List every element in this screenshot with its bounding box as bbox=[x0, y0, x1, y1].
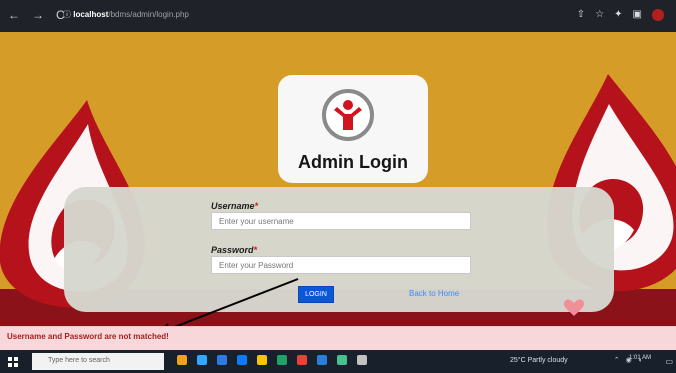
address-bar[interactable]: ⓘ localhost/bdms/admin/login.php bbox=[63, 9, 189, 21]
profile-avatar[interactable] bbox=[652, 9, 664, 21]
browser-actions: ⇧ ☆ ✦ ▣ bbox=[577, 9, 664, 21]
taskbar-search-placeholder: Type here to search bbox=[48, 357, 110, 364]
forward-arrow-icon[interactable]: → bbox=[32, 9, 44, 21]
settings-icon[interactable] bbox=[357, 355, 367, 365]
extension-icon[interactable]: ✦ bbox=[614, 9, 622, 21]
notification-icon[interactable]: ▭ bbox=[665, 357, 673, 366]
error-message: Username and Password are not matched! bbox=[7, 332, 169, 341]
news-icon[interactable] bbox=[177, 355, 187, 365]
mail-icon[interactable] bbox=[217, 355, 227, 365]
edge-icon[interactable] bbox=[197, 355, 207, 365]
url-host: localhost bbox=[73, 10, 109, 19]
weather-status: 25°C Partly cloudy bbox=[510, 357, 568, 364]
star-icon[interactable]: ☆ bbox=[595, 9, 604, 21]
windows-taskbar: Type here to search 25°C Partly cloudy ⌃… bbox=[0, 350, 676, 373]
vscode-icon[interactable] bbox=[337, 355, 347, 365]
browser-toolbar: ← → C ⓘ localhost/bdms/admin/login.php ⇧… bbox=[0, 0, 676, 32]
folder-icon[interactable] bbox=[257, 355, 267, 365]
login-page: Admin Login Username* Password* LOGIN Ba… bbox=[0, 32, 676, 333]
heart-decoration bbox=[563, 299, 585, 316]
taskbar-app-icons bbox=[177, 355, 367, 365]
share-icon[interactable]: ⇧ bbox=[577, 9, 585, 21]
excel-icon[interactable] bbox=[277, 355, 287, 365]
store-icon[interactable] bbox=[237, 355, 247, 365]
navigation-controls: ← → C bbox=[8, 9, 65, 21]
info-icon: ⓘ bbox=[63, 10, 71, 19]
windows-start-icon[interactable] bbox=[8, 357, 18, 367]
chrome-icon[interactable] bbox=[297, 355, 307, 365]
chevron-up-icon[interactable]: ⌃ bbox=[614, 357, 620, 365]
url-path: /bdms/admin/login.php bbox=[108, 10, 189, 19]
annotation-arrow bbox=[158, 278, 299, 333]
taskbar-clock: 1:01 AM bbox=[628, 355, 651, 361]
word-icon[interactable] bbox=[317, 355, 327, 365]
window-icon[interactable]: ▣ bbox=[633, 9, 642, 21]
back-arrow-icon[interactable]: ← bbox=[8, 9, 20, 21]
